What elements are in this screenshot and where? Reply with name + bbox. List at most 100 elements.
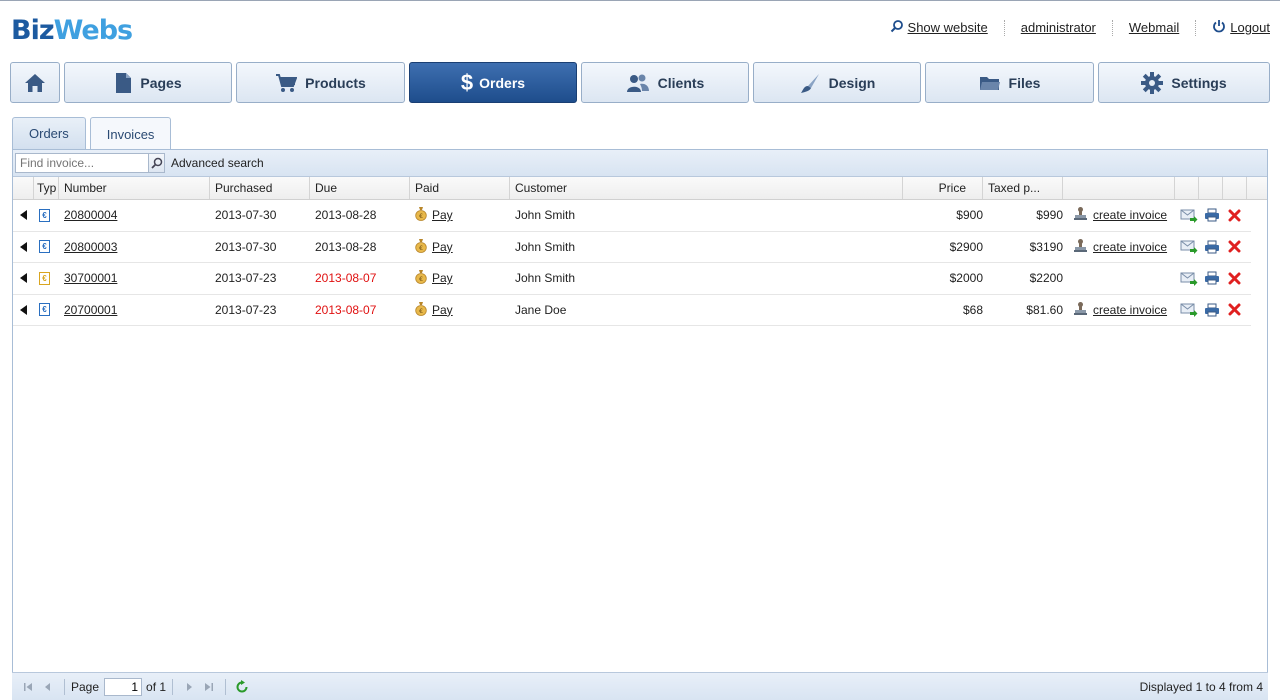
invoice-number-link[interactable]: 20700001: [64, 303, 117, 317]
nav-label: Settings: [1171, 74, 1227, 91]
paid-cell: € Pay: [410, 200, 510, 231]
table-row[interactable]: €20800003 2013-07-30 2013-08-28 € Pay John Sm…: [13, 232, 1251, 263]
email-cell: [1175, 295, 1199, 326]
table-row[interactable]: €20700001 2013-07-23 2013-08-07 € Pay Jane Do…: [13, 295, 1251, 326]
email-send-icon[interactable]: [1180, 239, 1198, 255]
expand-arrow-icon[interactable]: [20, 241, 27, 252]
search-box: [15, 153, 165, 173]
invoice-type-icon: €: [39, 240, 50, 254]
delete-icon[interactable]: [1228, 303, 1241, 316]
gear-icon: [1141, 71, 1164, 94]
tab-orders[interactable]: Orders: [12, 117, 86, 149]
svg-text:€: €: [419, 245, 423, 252]
print-icon[interactable]: [1204, 240, 1220, 254]
purchased-cell: 2013-07-23: [215, 271, 277, 286]
advanced-search-link[interactable]: Advanced search: [171, 156, 264, 170]
displayed-count: Displayed 1 to 4 from 4: [1139, 680, 1263, 694]
print-icon[interactable]: [1204, 303, 1220, 317]
print-cell: [1199, 263, 1223, 294]
expand-cell: [13, 232, 34, 263]
last-page-button[interactable]: [199, 682, 219, 692]
search-button[interactable]: [148, 154, 164, 172]
nav-pages[interactable]: Pages: [64, 62, 232, 103]
pay-link[interactable]: Pay: [432, 208, 453, 222]
brush-icon: [799, 72, 821, 94]
delete-icon[interactable]: [1228, 240, 1241, 253]
email-send-icon[interactable]: [1180, 208, 1198, 223]
create-invoice-link[interactable]: create invoice: [1093, 240, 1167, 254]
nav-home-button[interactable]: [10, 62, 60, 103]
expand-arrow-icon[interactable]: [20, 273, 27, 284]
divider: [64, 679, 65, 695]
tab-invoices[interactable]: Invoices: [89, 117, 172, 150]
col-type[interactable]: Typ: [34, 177, 59, 199]
customer-cell: John Smith: [515, 239, 576, 254]
money-bag-icon: €: [415, 238, 427, 256]
col-purchased[interactable]: Purchased: [210, 177, 310, 199]
pay-link[interactable]: Pay: [432, 271, 453, 285]
prev-page-icon: [45, 683, 50, 691]
table-row[interactable]: €20800004 2013-07-30 2013-08-28 € Pay John Sm…: [13, 200, 1251, 232]
invoice-number-link[interactable]: 30700001: [64, 271, 117, 285]
print-icon[interactable]: [1204, 208, 1220, 222]
expand-arrow-icon[interactable]: [20, 210, 27, 221]
prev-page-button[interactable]: [38, 682, 58, 692]
print-cell: [1199, 200, 1223, 231]
email-send-icon[interactable]: [1180, 271, 1198, 286]
divider: [172, 679, 174, 695]
money-bag-icon: €: [415, 269, 427, 287]
refresh-button[interactable]: [232, 680, 252, 694]
home-icon: [23, 72, 47, 94]
action-cell: create invoice: [1063, 200, 1175, 231]
logout-link[interactable]: Logout: [1230, 20, 1270, 35]
show-website-link[interactable]: Show website: [908, 20, 988, 35]
taxed-price-value: $3190: [1029, 239, 1063, 254]
last-page-icon: [205, 683, 214, 691]
create-invoice-link[interactable]: create invoice: [1093, 303, 1167, 317]
pay-link[interactable]: Pay: [432, 240, 453, 254]
user-link[interactable]: administrator: [1021, 20, 1096, 35]
col-taxed[interactable]: Taxed p...: [983, 177, 1063, 199]
col-customer[interactable]: Customer: [510, 177, 903, 199]
table-row[interactable]: €30700001 2013-07-23 2013-08-07 € Pay John Sm…: [13, 263, 1251, 295]
number-cell: 30700001: [59, 263, 210, 294]
nav-files[interactable]: Files: [925, 62, 1094, 103]
pay-link[interactable]: Pay: [432, 303, 453, 317]
money-bag-icon: €: [415, 301, 427, 319]
money-bag-icon: €: [415, 206, 427, 224]
col-paid[interactable]: Paid: [410, 177, 510, 199]
email-cell: [1175, 200, 1199, 231]
col-due[interactable]: Due: [310, 177, 410, 199]
paid-cell: € Pay: [410, 295, 510, 326]
print-icon[interactable]: [1204, 271, 1220, 285]
page-count: of 1: [146, 680, 167, 694]
webmail-link[interactable]: Webmail: [1129, 20, 1179, 35]
email-send-icon[interactable]: [1180, 302, 1198, 318]
taxed-price-value: $2200: [1029, 271, 1063, 286]
first-page-button[interactable]: [18, 682, 38, 692]
sub-tabs: Orders Invoices: [12, 117, 172, 150]
invoice-number-link[interactable]: 20800003: [64, 240, 117, 254]
page-number-input[interactable]: [104, 678, 143, 696]
invoice-number-link[interactable]: 20800004: [64, 208, 117, 222]
search-input[interactable]: [16, 154, 148, 172]
nav-settings[interactable]: Settings: [1098, 62, 1270, 103]
number-cell: 20800003: [59, 232, 210, 263]
next-page-button[interactable]: [179, 682, 199, 692]
nav-orders[interactable]: $ Orders: [409, 62, 577, 103]
search-icon: [150, 157, 162, 169]
nav-products[interactable]: Products: [236, 62, 405, 103]
col-number[interactable]: Number: [59, 177, 210, 199]
delete-icon[interactable]: [1228, 209, 1241, 222]
delete-icon[interactable]: [1228, 272, 1241, 285]
nav-clients[interactable]: Clients: [581, 62, 749, 103]
first-page-icon: [24, 683, 32, 691]
create-invoice-link[interactable]: create invoice: [1093, 208, 1167, 222]
invoices-panel: Advanced search Typ Number Purchased Due…: [12, 149, 1268, 700]
expand-arrow-icon[interactable]: [20, 304, 27, 315]
col-price[interactable]: Price: [903, 177, 983, 199]
nav-design[interactable]: Design: [753, 62, 921, 103]
nav-label: Orders: [479, 74, 526, 91]
svg-text:€: €: [419, 276, 423, 283]
nav-label: Pages: [140, 74, 182, 91]
